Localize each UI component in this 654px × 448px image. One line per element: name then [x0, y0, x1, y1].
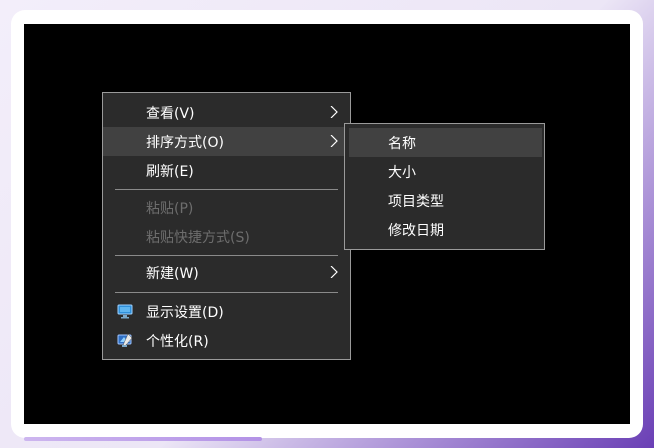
display-settings-icon: [117, 304, 133, 319]
menu-separator: [115, 292, 338, 293]
menu-item-display-settings[interactable]: 显示设置(D): [103, 297, 350, 326]
menu-separator: [115, 189, 338, 190]
desktop-context-menu: 查看(V) 排序方式(O) 刷新(E) 粘贴(P) 粘贴快捷方式(S) 新建(W…: [102, 92, 351, 360]
sort-by-name[interactable]: 名称: [349, 128, 542, 157]
menu-item-label: 新建(W): [146, 265, 199, 282]
menu-item-personalize[interactable]: 个性化(R): [103, 326, 350, 355]
menu-item-label: 查看(V): [146, 105, 195, 122]
menu-item-paste-shortcut: 粘贴快捷方式(S): [103, 222, 350, 251]
menu-item-sort-by[interactable]: 排序方式(O): [103, 127, 350, 156]
menu-item-label: 粘贴快捷方式(S): [146, 229, 250, 246]
menu-separator: [115, 255, 338, 256]
submenu-item-label: 大小: [388, 164, 416, 181]
personalize-icon: [117, 333, 133, 347]
menu-item-refresh[interactable]: 刷新(E): [103, 156, 350, 185]
submenu-item-label: 修改日期: [388, 222, 444, 239]
chevron-right-icon: [330, 106, 338, 118]
chevron-right-icon: [330, 135, 338, 147]
sort-by-size[interactable]: 大小: [345, 157, 544, 186]
scroll-indicator: [24, 437, 262, 441]
submenu-item-label: 名称: [388, 135, 416, 152]
menu-item-label: 粘贴(P): [146, 200, 194, 217]
menu-item-label: 排序方式(O): [146, 134, 224, 151]
menu-item-label: 个性化(R): [146, 333, 209, 350]
menu-item-label: 刷新(E): [146, 163, 194, 180]
submenu-item-label: 项目类型: [388, 193, 444, 210]
menu-item-new[interactable]: 新建(W): [103, 258, 350, 287]
sort-by-item-type[interactable]: 项目类型: [345, 186, 544, 215]
sort-by-date-modified[interactable]: 修改日期: [345, 215, 544, 244]
menu-item-label: 显示设置(D): [146, 304, 224, 321]
menu-item-view[interactable]: 查看(V): [103, 98, 350, 127]
menu-item-paste: 粘贴(P): [103, 193, 350, 222]
sort-by-submenu: 名称 大小 项目类型 修改日期: [344, 123, 545, 250]
chevron-right-icon: [330, 266, 338, 278]
